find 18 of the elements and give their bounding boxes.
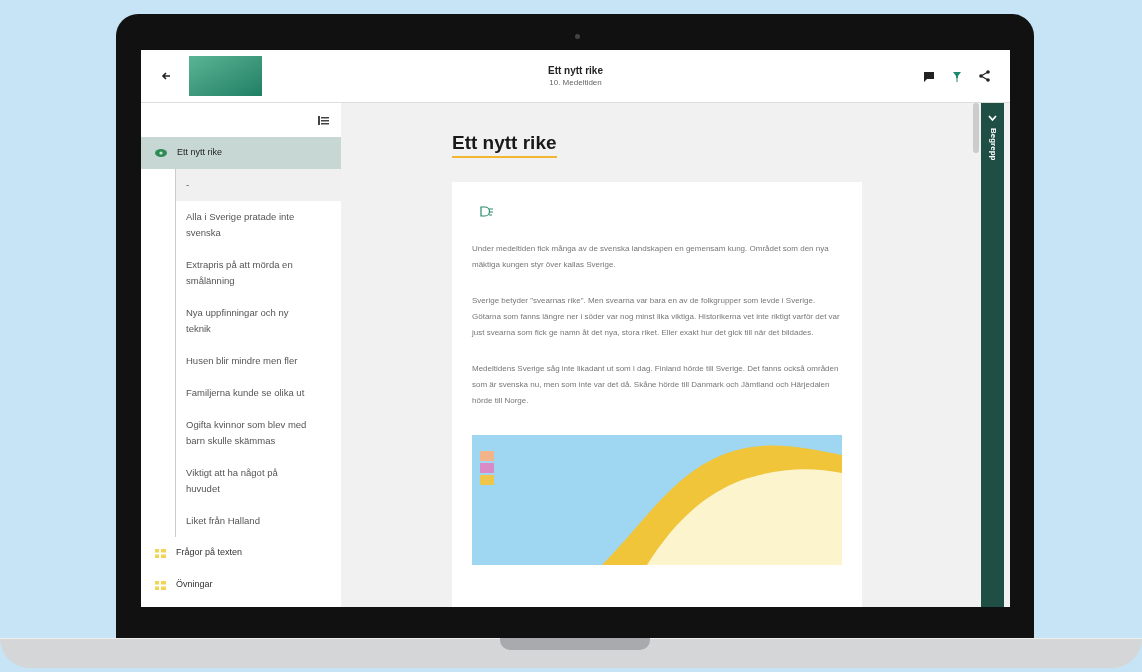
task-icon: [155, 548, 166, 558]
share-icon[interactable]: [979, 70, 990, 82]
chapter-subtitle: 10. Medeltiden: [549, 77, 602, 89]
chapter-item[interactable]: Ett nytt rike: [141, 137, 341, 169]
eye-icon: [155, 149, 167, 157]
task-icon: [155, 580, 166, 590]
paragraph: Under medeltiden fick många av de svenska landskapen en gemensam kung. Området som den nya mäktiga kungen styr över kallas Sverige.: [472, 243, 830, 271]
comment-icon[interactable]: [923, 70, 935, 82]
section-item[interactable]: -: [176, 169, 341, 201]
chevron-icon: [988, 115, 997, 122]
article-title: Ett nytt rike: [452, 131, 557, 158]
scrollbar: [973, 103, 979, 153]
camera-icon: [575, 34, 580, 39]
paragraph: Sverige betyder "svearnas rike". Men svearna var bara en av de folkgrupper som levde i Sverige. Götarna som fanns längre ner i söder var nog minst lika viktiga. Historikerna vet inte riktigt varför det var just svearna som fick ge namn åt det nya, stora riket. Eller exakt hur det gick till när det bildades.: [472, 295, 841, 339]
side-tab[interactable]: Begrepp: [981, 103, 1004, 607]
page-title: Ett nytt rike: [548, 64, 603, 77]
collapse-icon[interactable]: [318, 115, 329, 125]
paragraph: Medeltidens Sverige såg inte likadant ut som i dag. Finland hörde till Sverige. Det fanns också områden som är svenska nu, men som inte var det då. Skåne hörde till Danmark och Jämtland och Härjedalen hörde till Norge.: [472, 363, 840, 407]
